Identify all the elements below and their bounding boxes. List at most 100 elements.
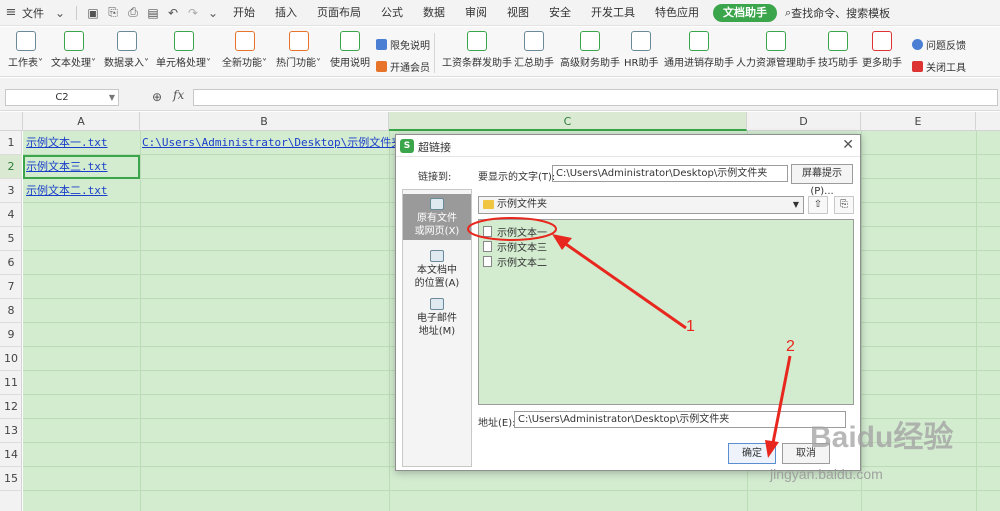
- tab-developer[interactable]: 开发工具: [581, 0, 645, 26]
- finance-helper-button[interactable]: 高级财务助手: [560, 31, 620, 69]
- tab-view[interactable]: 视图: [497, 0, 539, 26]
- tab-insert[interactable]: 插入: [265, 0, 307, 26]
- link-to-item-line1: 本文档中: [417, 265, 457, 276]
- row-header[interactable]: 5: [0, 227, 22, 251]
- hr-helper-button[interactable]: HR助手: [624, 31, 658, 69]
- row-header[interactable]: 1: [0, 131, 22, 155]
- dialog-titlebar[interactable]: S 超链接 ✕: [396, 135, 860, 157]
- column-header-b[interactable]: B: [140, 112, 389, 131]
- row-header[interactable]: 14: [0, 443, 22, 467]
- popular-features-button[interactable]: 热门功能˅: [276, 31, 321, 69]
- print-preview-icon[interactable]: ▤: [143, 6, 163, 20]
- row-header[interactable]: 11: [0, 371, 22, 395]
- fx-icon[interactable]: fx: [173, 88, 184, 102]
- tips-helper-button[interactable]: 技巧助手: [818, 31, 858, 69]
- tab-special-apps[interactable]: 特色应用: [645, 0, 709, 26]
- close-tools-button[interactable]: 关闭工具: [912, 59, 966, 74]
- dropdown-icon: ˅: [38, 58, 43, 69]
- data-entry-button[interactable]: 数据录入˅: [104, 31, 149, 69]
- row-header[interactable]: 7: [0, 275, 22, 299]
- divider: [76, 5, 77, 20]
- summary-helper-button[interactable]: 汇总助手: [514, 31, 554, 69]
- row-header[interactable]: 8: [0, 299, 22, 323]
- hr-icon: [631, 31, 652, 51]
- text-processing-button[interactable]: 文本处理˅: [51, 31, 96, 69]
- close-icon[interactable]: ✕: [842, 137, 854, 153]
- menu-bar: ≡ 文件 ⌄ ▣ ⎘ ⎙ ▤ ↶ ↷ ⌄ 开始 插入 页面布局 公式 数据 审阅…: [0, 0, 1000, 26]
- hyperlink-cell-a3[interactable]: 示例文本二.txt: [26, 179, 108, 203]
- row-header[interactable]: 9: [0, 323, 22, 347]
- instructions-button[interactable]: 使用说明: [330, 31, 370, 69]
- payslip-helper-button[interactable]: 工资条群发助手: [442, 31, 512, 69]
- row-header[interactable]: 3: [0, 179, 22, 203]
- hyperlink-cell-a1[interactable]: 示例文本一.txt: [26, 131, 108, 155]
- redo-icon[interactable]: ↷: [183, 6, 203, 20]
- save-icon[interactable]: ▣: [83, 6, 103, 20]
- folder-select[interactable]: 示例文件夹 ▼: [478, 196, 804, 214]
- file-item[interactable]: 示例文本二: [483, 254, 547, 269]
- inventory-helper-button[interactable]: 通用进销存助手: [664, 31, 734, 69]
- row-header[interactable]: 2: [0, 155, 22, 179]
- hyperlink-cell-b1[interactable]: C:\Users\Administrator\Desktop\示例文件夹: [142, 131, 402, 155]
- link-to-place-in-document[interactable]: 本文档中 的位置(A): [403, 246, 471, 292]
- tab-home[interactable]: 开始: [223, 0, 265, 26]
- chevron-down-icon[interactable]: ▼: [793, 197, 799, 213]
- chevron-down-icon[interactable]: ⌄: [50, 6, 70, 20]
- open-membership-button[interactable]: 开通会员: [376, 59, 430, 74]
- row-header[interactable]: 12: [0, 395, 22, 419]
- zoom-icon[interactable]: ⊕: [152, 90, 162, 104]
- tab-formulas[interactable]: 公式: [371, 0, 413, 26]
- crown-icon: [376, 61, 387, 72]
- select-all-corner[interactable]: [0, 112, 23, 131]
- hamburger-icon[interactable]: ≡: [0, 5, 22, 20]
- export-pdf-icon[interactable]: ⎘: [103, 5, 123, 20]
- free-trial-info-button[interactable]: 限免说明: [376, 37, 430, 52]
- row-header[interactable]: 13: [0, 419, 22, 443]
- tab-security[interactable]: 安全: [539, 0, 581, 26]
- hrm-helper-button[interactable]: 人力资源管理助手: [736, 31, 816, 69]
- column-header-d[interactable]: D: [747, 112, 861, 131]
- browse-folder-button[interactable]: ⎘: [834, 196, 854, 214]
- new-features-button[interactable]: 全新功能˅: [222, 31, 267, 69]
- file-menu[interactable]: 文件: [22, 5, 50, 21]
- tab-page-layout[interactable]: 页面布局: [307, 0, 371, 26]
- file-item[interactable]: 示例文本一: [483, 224, 547, 239]
- column-header-c[interactable]: C: [389, 112, 747, 131]
- payslip-helper-label: 工资条群发助手: [442, 58, 512, 69]
- column-header-a[interactable]: A: [23, 112, 140, 131]
- command-search[interactable]: ⌕ 查找命令、搜索模板: [785, 5, 890, 21]
- text-processing-icon: [63, 31, 84, 51]
- row-header[interactable]: 15: [0, 467, 22, 491]
- file-list[interactable]: 示例文本一 示例文本三 示例文本二: [478, 219, 854, 405]
- ok-button[interactable]: 确定: [728, 443, 776, 464]
- worksheet-icon: [15, 31, 36, 51]
- close-icon: [912, 61, 923, 72]
- undo-icon[interactable]: ↶: [163, 6, 183, 20]
- feedback-button[interactable]: 问题反馈: [912, 37, 966, 52]
- row-header[interactable]: 6: [0, 251, 22, 275]
- tab-data[interactable]: 数据: [413, 0, 455, 26]
- cell-processing-button[interactable]: 单元格处理˅: [156, 31, 211, 69]
- file-item[interactable]: 示例文本三: [483, 239, 547, 254]
- hyperlink-cell-a2[interactable]: 示例文本三.txt: [26, 155, 108, 179]
- screen-tip-button[interactable]: 屏幕提示(P)...: [791, 164, 853, 197]
- more-helpers-button[interactable]: 更多助手: [862, 31, 902, 69]
- tab-doc-assistant[interactable]: 文档助手: [713, 3, 777, 22]
- text-file-icon: [483, 226, 492, 237]
- inventory-helper-label: 通用进销存助手: [664, 58, 734, 69]
- text-file-icon: [483, 256, 492, 267]
- up-folder-button[interactable]: ⇧: [808, 196, 828, 214]
- column-header-e[interactable]: E: [861, 112, 976, 131]
- more-chevron-icon[interactable]: ⌄: [203, 6, 223, 20]
- tab-review[interactable]: 审阅: [455, 0, 497, 26]
- worksheet-button[interactable]: 工作表˅: [8, 31, 43, 69]
- chevron-down-icon[interactable]: ▼: [109, 90, 115, 105]
- formula-input[interactable]: [193, 89, 998, 106]
- print-icon[interactable]: ⎙: [123, 5, 143, 20]
- display-text-input[interactable]: C:\Users\Administrator\Desktop\示例文件夹: [552, 165, 788, 182]
- link-to-email[interactable]: 电子邮件 地址(M): [403, 294, 471, 340]
- link-to-existing-file[interactable]: 原有文件 或网页(X): [403, 194, 471, 240]
- row-header[interactable]: 10: [0, 347, 22, 371]
- row-header[interactable]: 4: [0, 203, 22, 227]
- name-box[interactable]: C2 ▼: [5, 89, 119, 106]
